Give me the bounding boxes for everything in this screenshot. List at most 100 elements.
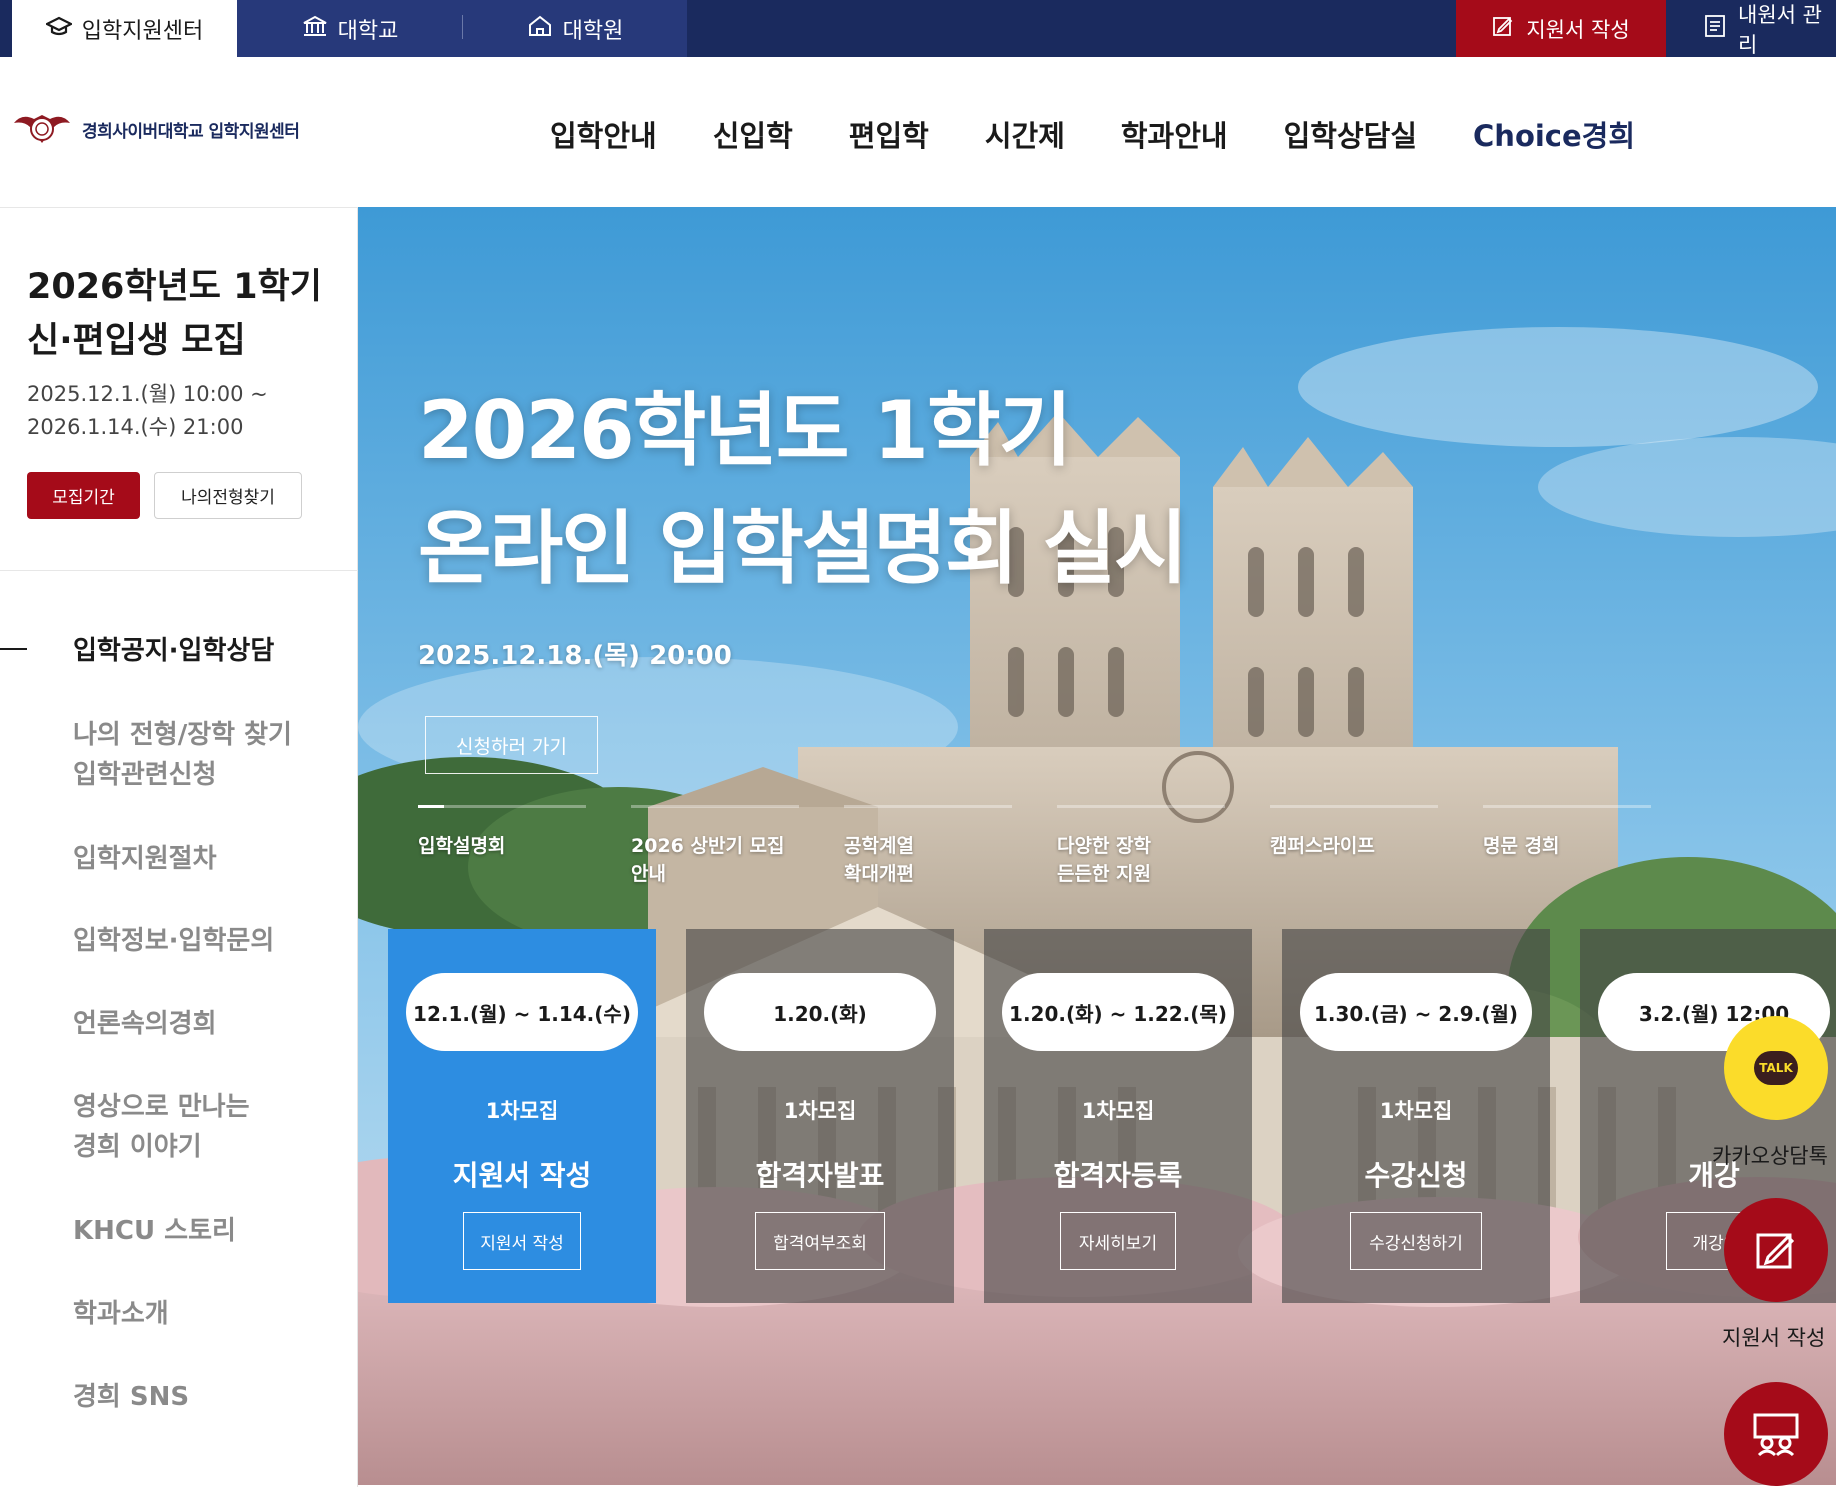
- sidebar-item-find-scholarship[interactable]: 나의 전형/장학 찾기 입학관련신청: [73, 715, 343, 795]
- recruitment-period-button[interactable]: 모집기간: [27, 472, 140, 519]
- pencil-square-icon: [1756, 1233, 1795, 1269]
- sidebar-item-label: 입학관련신청: [73, 760, 217, 790]
- apply-top-button-label: 지원서 작성: [1526, 17, 1630, 42]
- sidebar-item-label: KHCU 스토리: [73, 1216, 236, 1246]
- hero-title: 2026학년도 1학기 온라인 입학설명회 실시: [418, 372, 1188, 608]
- slide-tab-scholarship[interactable]: 다양한 장학 든든한 지원: [1057, 805, 1225, 888]
- apply-top-button[interactable]: 지원서 작성: [1456, 0, 1666, 57]
- sidebar-item-label: 입학공지·입학상담: [73, 636, 275, 666]
- schedule-date-pill: 12.1.(월) ~ 1.14.(수): [406, 973, 638, 1051]
- hero-date: 2025.12.18.(목) 20:00: [418, 641, 732, 671]
- sidebar-item-press[interactable]: 언론속의경희: [73, 1004, 343, 1044]
- building-icon: [302, 15, 328, 42]
- slide-progress-bar: [418, 805, 586, 808]
- sidebar-item-khcu-story[interactable]: KHCU 스토리: [73, 1211, 343, 1251]
- recruitment-period: 2025.12.1.(월) 10:00 ~ 2026.1.14.(수) 21:0…: [27, 378, 347, 444]
- document-list-icon: [1704, 14, 1726, 43]
- schedule-date-pill: 1.30.(금) ~ 2.9.(월): [1300, 973, 1532, 1051]
- nav-part-time[interactable]: 시간제: [985, 113, 1065, 155]
- kakao-talk-button[interactable]: TALK: [1724, 1016, 1828, 1120]
- find-my-track-button[interactable]: 나의전형찾기: [154, 472, 302, 519]
- tab-university[interactable]: 대학교: [237, 0, 463, 57]
- slide-progress-bar: [1270, 805, 1438, 808]
- slide-tab-campus-life[interactable]: 캠퍼스라이프: [1270, 805, 1438, 860]
- main-header: 경희사이버대학교 입학지원센터 입학안내 신입학 편입학 시간제 학과안내 입학…: [0, 57, 1836, 207]
- recruitment-period-start: 2025.12.1.(월) 10:00 ~: [27, 382, 268, 406]
- school-icon: [527, 15, 553, 42]
- graduation-cap-icon: [44, 16, 74, 41]
- sidebar-item-label: 입학정보·입학문의: [73, 926, 275, 956]
- pencil-square-icon: [1492, 15, 1514, 42]
- schedule-name: 합격자발표: [755, 1159, 885, 1192]
- schedule-card-button[interactable]: 수강신청하기: [1350, 1212, 1482, 1270]
- recruitment-period-end: 2026.1.14.(수) 21:00: [27, 415, 244, 439]
- slide-tab-recruitment[interactable]: 2026 상반기 모집 안내: [631, 805, 799, 888]
- schedule-card-button[interactable]: 자세히보기: [1060, 1212, 1176, 1270]
- schedule-card-button[interactable]: 지원서 작성: [463, 1212, 581, 1270]
- slide-tab-label: 명문 경희: [1483, 835, 1560, 857]
- tab-graduate-school-label: 대학원: [562, 18, 624, 44]
- slide-progress-bar: [1483, 805, 1651, 808]
- schedule-round: 1차모집: [1379, 1099, 1453, 1123]
- schedule-card-button[interactable]: 합격여부조회: [755, 1212, 885, 1270]
- hero-banner: 2026학년도 1학기 온라인 입학설명회 실시 2025.12.18.(목) …: [358, 207, 1836, 1485]
- nav-departments[interactable]: 학과안내: [1121, 113, 1228, 155]
- sidebar-item-label: 입학지원절차: [73, 844, 217, 874]
- schedule-card-announcement[interactable]: 1.20.(화) 1차모집 합격자발표 합격여부조회: [686, 929, 954, 1303]
- sidebar-item-label: 경희 이야기: [73, 1132, 202, 1162]
- schedule-date-pill: 1.20.(화): [704, 973, 936, 1051]
- slide-tab-info-session[interactable]: 입학설명회: [418, 805, 586, 860]
- manage-application-button[interactable]: 내원서 관리: [1668, 0, 1836, 57]
- sidebar-item-procedure[interactable]: 입학지원절차: [73, 839, 343, 879]
- schedule-name: 합격자등록: [1053, 1159, 1183, 1192]
- tab-admission-center[interactable]: 입학지원센터: [12, 0, 237, 57]
- sidebar-item-admission-info[interactable]: 입학정보·입학문의: [73, 921, 343, 961]
- slide-progress-bar: [844, 805, 1012, 808]
- active-menu-indicator: [0, 648, 27, 650]
- slide-tab-engineering[interactable]: 공학계열 확대개편: [844, 805, 1012, 888]
- floating-apply-button[interactable]: [1724, 1198, 1828, 1302]
- slide-progress-bar: [1057, 805, 1225, 808]
- recruitment-title-line2: 신·편입생 모집: [27, 321, 246, 361]
- hero-title-line2: 온라인 입학설명회 실시: [418, 502, 1188, 595]
- schedule-cards: 12.1.(월) ~ 1.14.(수) 1차모집 지원서 작성 지원서 작성 1…: [388, 929, 1836, 1309]
- floating-consult-button[interactable]: [1724, 1382, 1828, 1486]
- sidebar-item-label: 언론속의경희: [73, 1009, 217, 1039]
- nav-transfer[interactable]: 편입학: [849, 113, 929, 155]
- sidebar-item-label: 영상으로 만나는: [73, 1092, 250, 1122]
- sidebar-item-notice[interactable]: 입학공지·입학상담: [73, 631, 343, 671]
- manage-application-label: 내원서 관리: [1738, 2, 1822, 57]
- kakao-talk-icon-text: TALK: [1759, 1061, 1793, 1075]
- schedule-name: 수강신청: [1364, 1159, 1468, 1192]
- kakao-talk-label: 카카오상담톡: [1712, 1144, 1828, 1168]
- nav-choice-kyunghee[interactable]: Choice경희: [1473, 113, 1635, 155]
- slide-progress-bar: [631, 805, 799, 808]
- nav-freshman[interactable]: 신입학: [713, 113, 793, 155]
- schedule-card-application[interactable]: 12.1.(월) ~ 1.14.(수) 1차모집 지원서 작성 지원서 작성: [388, 929, 656, 1303]
- slide-tab-label: 캠퍼스라이프: [1270, 835, 1375, 857]
- sidebar: 2026학년도 1학기 신·편입생 모집 2025.12.1.(월) 10:00…: [0, 207, 358, 1487]
- apply-now-button[interactable]: 신청하러 가기: [425, 716, 598, 774]
- sidebar-item-sns[interactable]: 경희 SNS: [73, 1377, 343, 1417]
- sidebar-item-video-story[interactable]: 영상으로 만나는 경희 이야기: [73, 1087, 343, 1167]
- slide-tab-prestige[interactable]: 명문 경희: [1483, 805, 1651, 860]
- tab-graduate-school[interactable]: 대학원: [463, 0, 687, 57]
- recruitment-title: 2026학년도 1학기 신·편입생 모집: [27, 260, 347, 368]
- schedule-name: 지원서 작성: [452, 1159, 592, 1192]
- sidebar-item-departments[interactable]: 학과소개: [73, 1294, 343, 1334]
- nav-admission-guide[interactable]: 입학안내: [550, 113, 657, 155]
- recruitment-title-line1: 2026학년도 1학기: [27, 267, 322, 307]
- schedule-date-pill: 1.20.(화) ~ 1.22.(목): [1002, 973, 1234, 1051]
- schedule-round: 1차모집: [485, 1099, 559, 1123]
- floating-apply-label: 지원서 작성: [1722, 1326, 1826, 1350]
- university-emblem-icon: [14, 115, 70, 143]
- slide-tab-label: 2026 상반기 모집 안내: [631, 835, 785, 885]
- slide-progress-fill: [418, 805, 444, 808]
- logo-text: 경희사이버대학교 입학지원센터: [82, 121, 300, 142]
- schedule-card-registration[interactable]: 1.20.(화) ~ 1.22.(목) 1차모집 합격자등록 자세히보기: [984, 929, 1252, 1303]
- schedule-card-course-enrollment[interactable]: 1.30.(금) ~ 2.9.(월) 1차모집 수강신청 수강신청하기: [1282, 929, 1550, 1303]
- nav-counseling[interactable]: 입학상담실: [1284, 113, 1417, 155]
- schedule-round: 1차모집: [1081, 1099, 1155, 1123]
- site-logo[interactable]: 경희사이버대학교 입학지원센터: [12, 109, 300, 149]
- global-navigation: 입학안내 신입학 편입학 시간제 학과안내 입학상담실 Choice경희: [550, 113, 1635, 155]
